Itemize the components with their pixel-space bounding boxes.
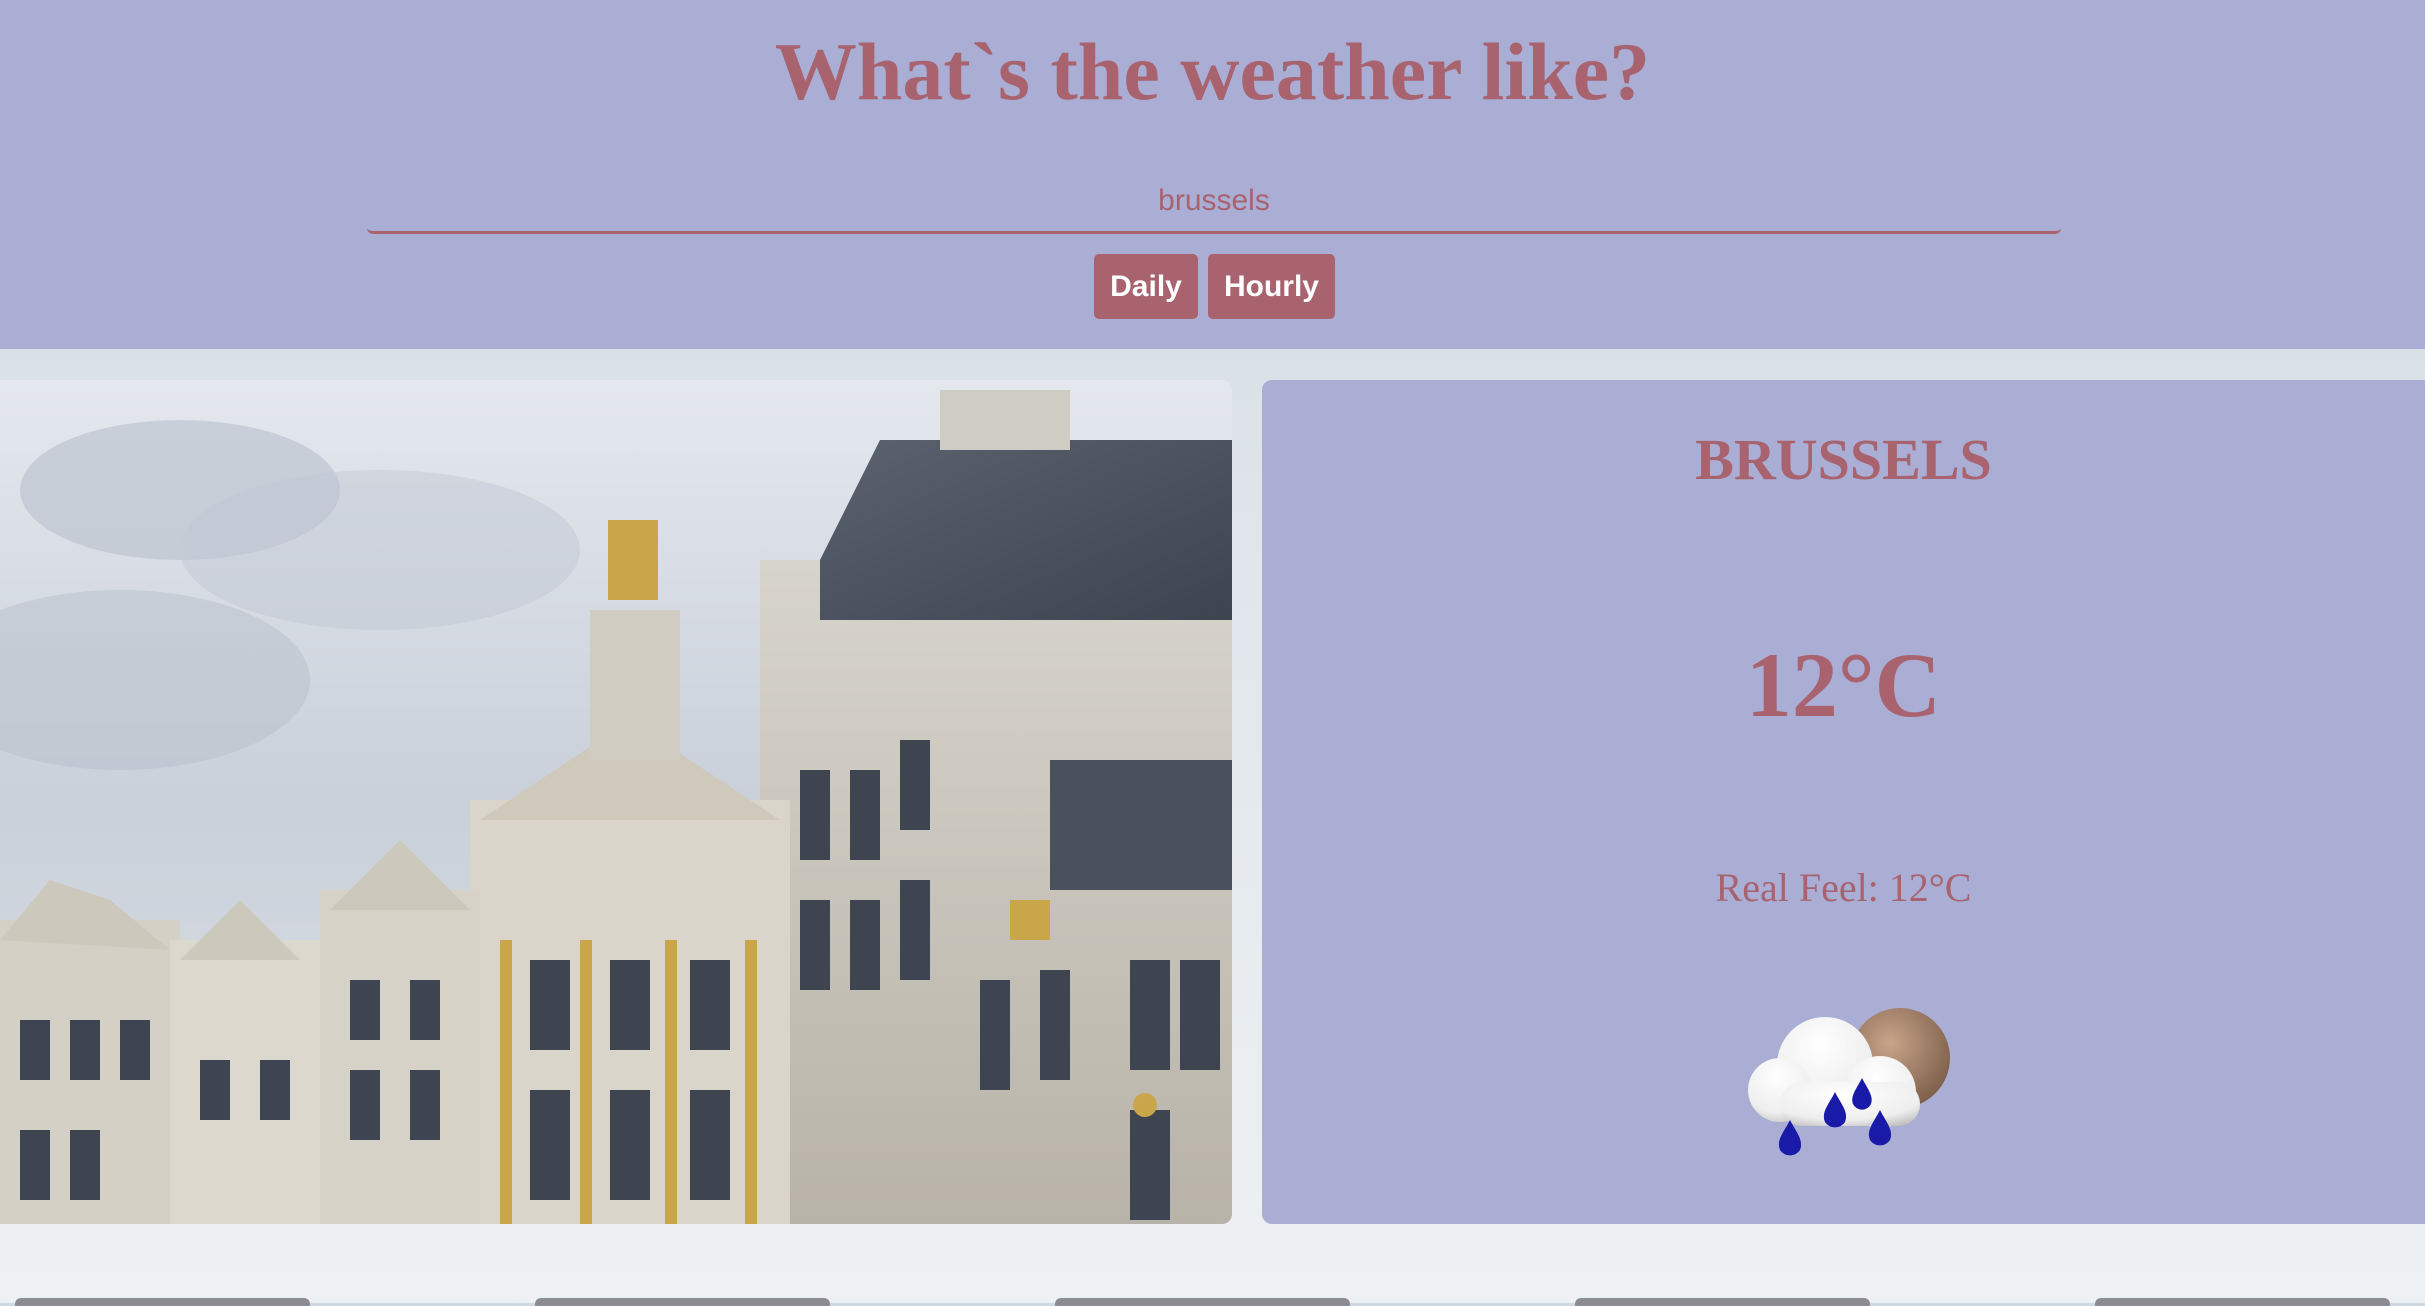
header: What`s the weather like? Daily Hourly bbox=[0, 0, 2425, 349]
forecast-tab bbox=[15, 1298, 310, 1306]
real-feel: Real Feel: 12°C bbox=[1715, 865, 1972, 910]
temperature: 12°C bbox=[1745, 634, 1942, 736]
search-input[interactable] bbox=[367, 170, 2061, 234]
weather-card: BRUSSELS 12°C Real Feel: 12°C bbox=[1262, 380, 2425, 1224]
daily-button[interactable]: Daily bbox=[1094, 254, 1198, 319]
forecast-tab bbox=[2095, 1298, 2390, 1306]
city-name: BRUSSELS bbox=[1695, 427, 1992, 492]
page-title: What`s the weather like? bbox=[774, 26, 1651, 117]
forecast-tab bbox=[535, 1298, 830, 1306]
forecast-tab bbox=[1055, 1298, 1350, 1306]
cloud-rain-moon-icon bbox=[1748, 1008, 1950, 1156]
forecast-tab bbox=[1575, 1298, 1870, 1306]
city-photo bbox=[0, 380, 1232, 1224]
hourly-button[interactable]: Hourly bbox=[1208, 254, 1335, 319]
